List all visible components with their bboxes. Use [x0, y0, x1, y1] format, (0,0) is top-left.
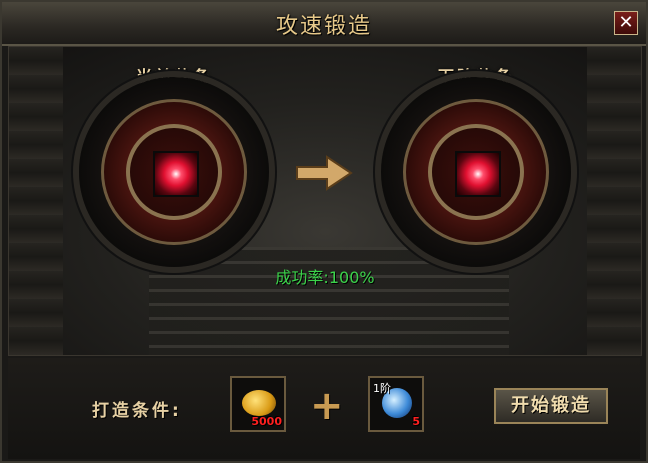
close-button[interactable]: ✕: [614, 11, 638, 35]
plus-icon: +: [310, 383, 344, 429]
next-equipment-inner-ring: [428, 124, 524, 220]
next-equipment-ring: [403, 99, 549, 245]
stone-cost-slot[interactable]: 1阶 5: [368, 376, 424, 432]
success-rate-label: 成功率:: [275, 268, 329, 287]
stone-tier: 1阶: [373, 382, 391, 395]
requirements-label: 打造条件:: [92, 401, 182, 421]
next-equipment-pedestal: [381, 77, 571, 267]
left-dragon-pillar: [9, 47, 63, 355]
right-arrow-icon: [296, 155, 353, 191]
gold-cost-count: 5000: [251, 415, 282, 428]
forge-window: 攻速锻造 ✕ 当前装备 下阶装备 成功率:100%: [0, 0, 648, 463]
current-equipment-inner-ring: [126, 124, 222, 220]
forge-scene: 当前装备 下阶装备 成功率:100%: [8, 46, 642, 356]
gold-cost-slot[interactable]: 5000: [230, 376, 286, 432]
current-equipment-ring: [101, 99, 247, 245]
gold-coin-icon: [242, 390, 276, 416]
success-rate: 成功率:100%: [9, 264, 641, 288]
current-equipment-slot[interactable]: [153, 151, 199, 197]
requirements-bar: 打造条件: 5000 + 1阶 5 开始锻造: [8, 358, 640, 459]
success-rate-value: 100%: [328, 268, 375, 287]
start-forge-button[interactable]: 开始锻造: [494, 388, 608, 424]
window-title: 攻速锻造: [275, 14, 372, 39]
stone-cost-count: 5: [412, 415, 420, 428]
current-equipment-pedestal: [79, 77, 269, 267]
title-bar: 攻速锻造 ✕: [2, 2, 646, 46]
right-dragon-pillar: [587, 47, 641, 355]
next-equipment-slot[interactable]: [455, 151, 501, 197]
